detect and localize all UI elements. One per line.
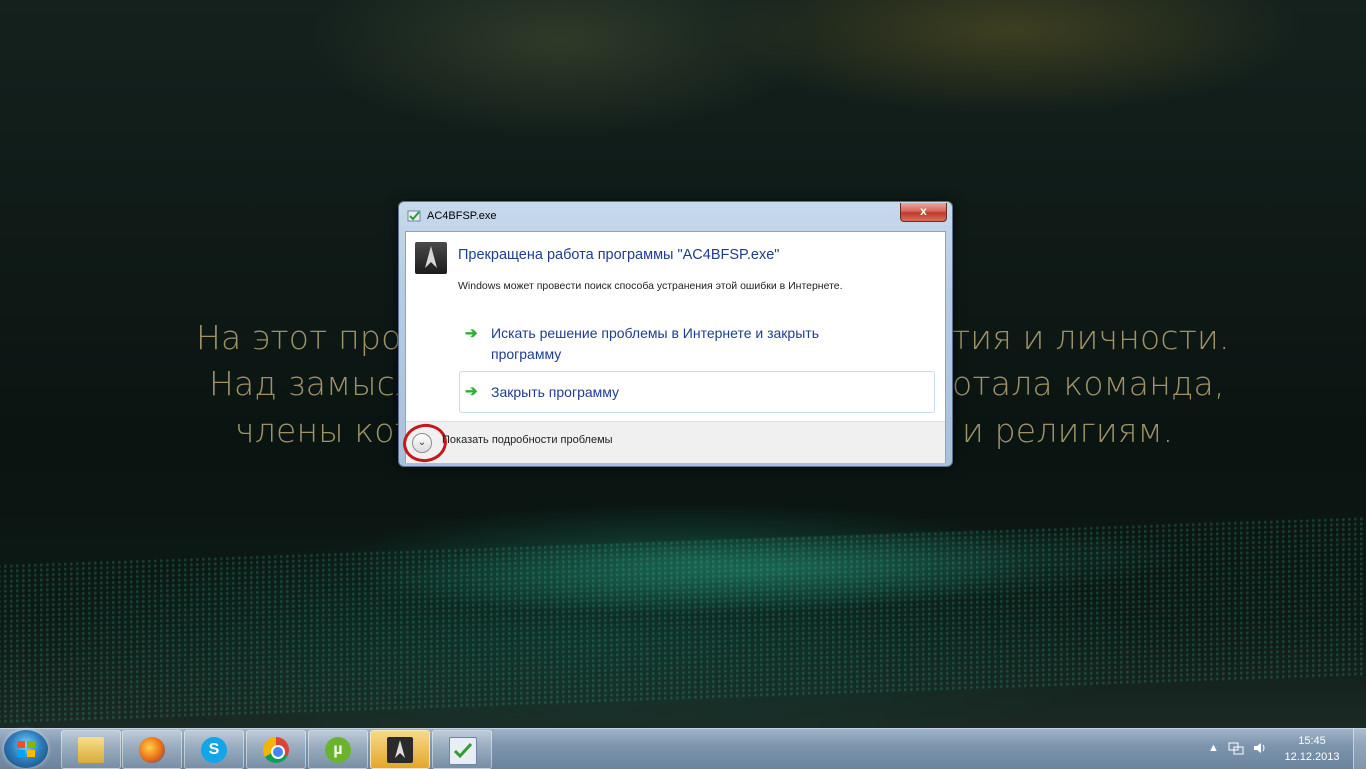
chrome-icon [263, 737, 289, 763]
taskbar-firefox-button[interactable] [122, 730, 182, 769]
problem-reporting-icon [407, 210, 421, 222]
wallpaper-text-right: тия и личности. [952, 318, 1230, 357]
green-arrow-icon: ➔ [465, 325, 478, 342]
network-icon[interactable] [1228, 740, 1244, 756]
utorrent-icon: µ [325, 737, 351, 763]
command-label: Искать решение проблемы в Интернете и за… [491, 325, 819, 362]
windows-logo-icon [17, 741, 35, 757]
dialog-titlebar[interactable]: AC4BFSP.exe x [399, 202, 952, 230]
assassins-creed-icon [387, 737, 413, 763]
taskbar-utorrent-button[interactable]: µ [308, 730, 368, 769]
close-program-button[interactable]: ➔ Закрыть программу [459, 371, 935, 413]
dialog-footer: ⌄ Показать подробности проблемы [400, 421, 945, 465]
command-label: Закрыть программу [491, 384, 620, 400]
dialog-content: Прекращена работа программы "AC4BFSP.exe… [400, 231, 946, 465]
wallpaper-text-right: и религиям. [962, 411, 1174, 450]
show-details-link[interactable]: Показать подробности проблемы [442, 434, 613, 446]
chevron-down-icon[interactable]: ⌄ [412, 433, 432, 453]
volume-icon[interactable] [1252, 740, 1268, 756]
show-desktop-button[interactable] [1353, 729, 1366, 769]
clock-date[interactable]: 12.12.2013 [1272, 751, 1352, 763]
dialog-subtext: Windows может провести поиск способа уст… [458, 280, 843, 292]
wallpaper-wave [0, 513, 1366, 727]
assassins-creed-icon [415, 242, 447, 274]
problem-reporting-icon [449, 737, 477, 765]
skype-icon: S [201, 737, 227, 763]
error-dialog: AC4BFSP.exe x Прекращена работа программ… [398, 201, 953, 467]
taskbar-explorer-button[interactable] [61, 730, 121, 769]
folder-icon [78, 737, 104, 763]
taskbar: S µ ▲ 15:45 12.12.2013 [0, 728, 1366, 769]
show-hidden-icons-button[interactable]: ▲ [1208, 742, 1219, 754]
taskbar-chrome-button[interactable] [246, 730, 306, 769]
wallpaper-text-right: отала команда, [952, 364, 1225, 403]
dialog-title: AC4BFSP.exe [427, 210, 497, 222]
firefox-icon [139, 737, 165, 763]
taskbar-ac4bfsp-button[interactable] [370, 730, 430, 769]
clock-time[interactable]: 15:45 [1272, 735, 1352, 747]
taskbar-skype-button[interactable]: S [184, 730, 244, 769]
search-solution-and-close-button[interactable]: ➔ Искать решение проблемы в Интернете и … [459, 320, 935, 366]
dialog-heading: Прекращена работа программы "AC4BFSP.exe… [458, 247, 780, 263]
start-button[interactable] [4, 730, 48, 768]
taskbar-problem-reporting-button[interactable] [432, 730, 492, 769]
green-arrow-icon: ➔ [465, 383, 478, 400]
close-button[interactable]: x [900, 203, 947, 222]
